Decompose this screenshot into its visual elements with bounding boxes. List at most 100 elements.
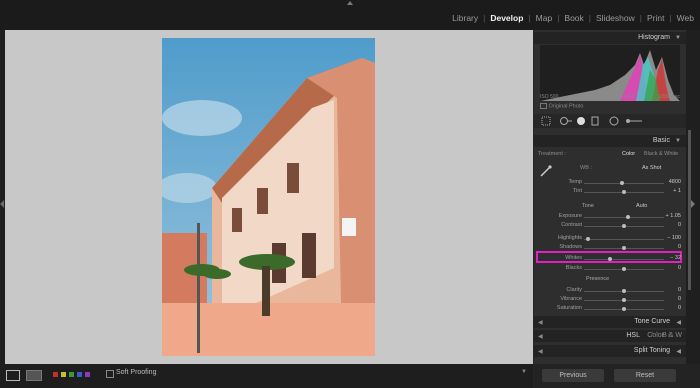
slider-knob[interactable] bbox=[622, 307, 626, 311]
spot-removal-icon bbox=[560, 117, 568, 125]
aperture-readout: f / 9.0 bbox=[621, 94, 635, 100]
purple-label-icon[interactable] bbox=[85, 372, 90, 377]
collapse-triangle-icon[interactable]: ▼ bbox=[675, 35, 681, 41]
reset-button[interactable]: Reset bbox=[614, 369, 676, 382]
slider-knob[interactable] bbox=[586, 237, 590, 241]
slider-value[interactable]: 0 bbox=[678, 265, 681, 271]
previous-button[interactable]: Previous bbox=[542, 369, 604, 382]
module-separator: | bbox=[483, 13, 486, 23]
photo-preview bbox=[162, 38, 375, 356]
slider-value[interactable]: 0 bbox=[678, 244, 681, 250]
slider-value[interactable]: − 32 bbox=[670, 255, 681, 261]
slider-value[interactable]: 0 bbox=[678, 296, 681, 302]
slider-knob[interactable] bbox=[622, 224, 626, 228]
slider-value[interactable]: 0 bbox=[678, 305, 681, 311]
slider-value[interactable]: 0 bbox=[678, 222, 681, 228]
slider-knob[interactable] bbox=[622, 267, 626, 271]
tone-curve-header[interactable]: ◀ Tone Curve ◀ bbox=[534, 316, 686, 328]
slider-contrast[interactable]: Contrast 0 bbox=[534, 222, 686, 231]
slider-label: Whites bbox=[565, 255, 582, 261]
slider-highlights[interactable]: Highlights − 100 bbox=[534, 235, 686, 244]
checkbox-icon[interactable] bbox=[540, 103, 547, 109]
slider-tint[interactable]: Tint + 1 bbox=[534, 188, 686, 197]
module-separator: | bbox=[588, 13, 591, 23]
basic-header[interactable]: Basic ▼ bbox=[534, 135, 686, 147]
tool-strip bbox=[534, 114, 686, 128]
develop-right-panel: Histogram ▼ ISO 500 18 mm f / 9.0 1/160 … bbox=[534, 30, 686, 364]
hsl-header[interactable]: ◀ HSL / Color / B & W bbox=[534, 330, 686, 342]
expand-triangle-icon[interactable]: ◀ bbox=[538, 319, 543, 326]
collapse-top-panel-icon[interactable] bbox=[346, 0, 354, 6]
module-map[interactable]: Map bbox=[536, 13, 553, 23]
module-separator: | bbox=[528, 13, 531, 23]
expand-triangle-icon[interactable]: ◀ bbox=[538, 348, 543, 355]
slider-clarity[interactable]: Clarity 0 bbox=[534, 287, 686, 296]
slider-vibrance[interactable]: Vibrance 0 bbox=[534, 296, 686, 305]
soft-proofing-checkbox[interactable] bbox=[106, 370, 114, 378]
expand-triangle-icon[interactable]: ◀ bbox=[538, 333, 543, 340]
red-label-icon[interactable] bbox=[53, 372, 58, 377]
module-library[interactable]: Library bbox=[452, 13, 478, 23]
panel-bottom-bar: Previous Reset bbox=[534, 364, 700, 388]
slider-track[interactable] bbox=[584, 239, 664, 240]
collapse-triangle-icon[interactable]: ◀ bbox=[676, 348, 681, 355]
module-print[interactable]: Print bbox=[647, 13, 664, 23]
slider-knob[interactable] bbox=[619, 181, 624, 185]
graduated-filter-icon bbox=[591, 116, 599, 126]
histogram-header[interactable]: Histogram ▼ bbox=[534, 32, 686, 44]
blue-label-icon[interactable] bbox=[77, 372, 82, 377]
histogram-title: Histogram bbox=[638, 34, 670, 41]
slider-knob[interactable] bbox=[626, 215, 630, 219]
collapse-triangle-icon[interactable]: ◀ bbox=[676, 319, 681, 326]
slider-track[interactable] bbox=[584, 183, 664, 184]
slider-track[interactable] bbox=[584, 259, 664, 260]
module-slideshow[interactable]: Slideshow bbox=[596, 13, 635, 23]
crop-icon bbox=[541, 116, 551, 126]
before-after-icon[interactable] bbox=[26, 370, 42, 381]
slider-blacks[interactable]: Blacks 0 bbox=[534, 265, 686, 274]
slider-knob[interactable] bbox=[622, 246, 626, 250]
slider-track[interactable] bbox=[584, 217, 664, 218]
slider-value[interactable]: 4800 bbox=[669, 179, 681, 185]
module-book[interactable]: Book bbox=[564, 13, 583, 23]
slider-label: Temp bbox=[568, 179, 582, 185]
loupe-view-icon[interactable] bbox=[6, 370, 20, 381]
green-label-icon[interactable] bbox=[69, 372, 74, 377]
yellow-label-icon[interactable] bbox=[61, 372, 66, 377]
slider-saturation[interactable]: Saturation 0 bbox=[534, 305, 686, 314]
slider-knob[interactable] bbox=[622, 190, 626, 194]
slider-exposure[interactable]: Exposure + 1.05 bbox=[534, 213, 686, 222]
slider-label: Vibrance bbox=[560, 296, 582, 302]
treatment-bw-option[interactable]: Black & White bbox=[644, 151, 678, 157]
collapse-triangle-icon[interactable]: ▼ bbox=[675, 138, 681, 144]
slider-label: Saturation bbox=[556, 305, 582, 311]
slider-temp[interactable]: Temp 4800 bbox=[534, 179, 686, 188]
slider-knob[interactable] bbox=[608, 257, 613, 261]
slider-shadows[interactable]: Shadows 0 bbox=[534, 244, 686, 253]
slider-value[interactable]: 0 bbox=[678, 287, 681, 293]
slider-knob[interactable] bbox=[622, 289, 626, 293]
module-web[interactable]: Web bbox=[677, 13, 694, 23]
slider-knob[interactable] bbox=[622, 298, 626, 302]
radial-filter-icon bbox=[609, 116, 619, 126]
right-panel-edge[interactable] bbox=[686, 30, 700, 364]
eyedropper-icon[interactable] bbox=[540, 165, 552, 177]
wb-label: WB : bbox=[580, 165, 592, 171]
treatment-color-option[interactable]: Color bbox=[622, 151, 635, 157]
slider-value[interactable]: + 1.05 bbox=[666, 213, 681, 219]
module-separator: | bbox=[639, 13, 642, 23]
slider-value[interactable]: + 1 bbox=[673, 188, 681, 194]
red-eye-icon bbox=[577, 117, 585, 125]
tone-auto-button[interactable]: Auto bbox=[636, 203, 647, 209]
module-picker: Library | Develop | Map | Book | Slideshow | Print… bbox=[452, 13, 694, 23]
split-toning-header[interactable]: ◀ Split Toning ◀ bbox=[534, 345, 686, 357]
presence-label: Presence bbox=[586, 276, 610, 282]
wb-dropdown[interactable]: As Shot bbox=[642, 165, 661, 171]
original-photo-toggle[interactable]: Original Photo bbox=[540, 103, 583, 109]
panel-scrollbar[interactable] bbox=[688, 130, 691, 290]
module-develop[interactable]: Develop bbox=[490, 13, 523, 23]
slider-whites[interactable]: Whites − 32 bbox=[534, 255, 686, 264]
color-labels[interactable] bbox=[53, 372, 90, 377]
toolbar-menu-icon[interactable]: ▼ bbox=[521, 369, 527, 375]
slider-value[interactable]: − 100 bbox=[667, 235, 681, 241]
